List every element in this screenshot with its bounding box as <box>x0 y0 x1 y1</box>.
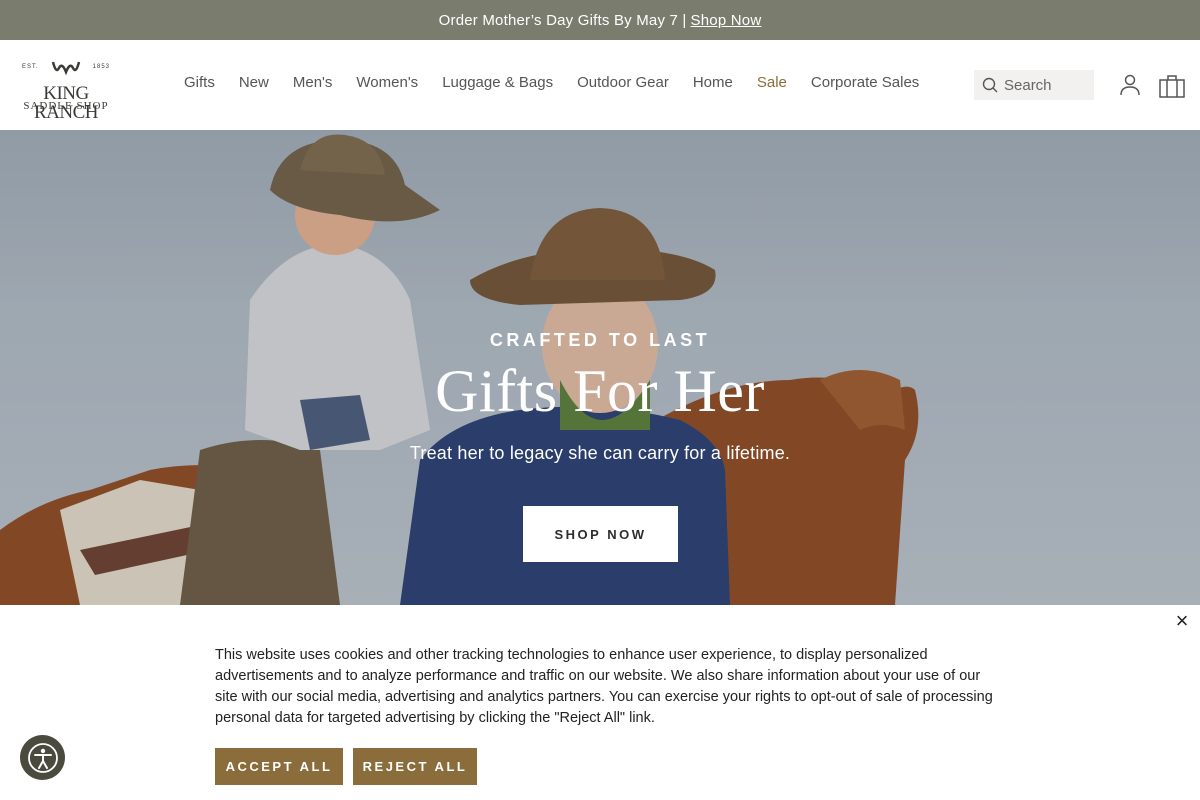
nav-item-corporate-sales[interactable]: Corporate Sales <box>811 74 919 91</box>
nav-item-luggage-bags[interactable]: Luggage & Bags <box>442 74 553 91</box>
shopping-bag-icon[interactable] <box>1158 73 1186 99</box>
nav-item-new[interactable]: New <box>239 74 269 91</box>
logo-line2: SADDLE SHOP <box>23 100 109 112</box>
nav-item-outdoor-gear[interactable]: Outdoor Gear <box>577 74 669 91</box>
cookie-banner: × This website uses cookies and other tr… <box>0 605 1200 800</box>
announcement-bar: Order Mother’s Day Gifts By May 7 | Shop… <box>0 0 1200 40</box>
nav-item-gifts[interactable]: Gifts <box>184 74 215 91</box>
reject-all-button[interactable]: REJECT ALL <box>353 748 477 785</box>
accessibility-button[interactable] <box>20 735 65 780</box>
hero-banner: CRAFTED TO LAST Gifts For Her Treat her … <box>0 130 1200 605</box>
hero-title: Gifts For Her <box>435 358 765 424</box>
cookie-message: This website uses cookies and other trac… <box>215 647 993 726</box>
logo[interactable]: EST. 1853 KING RANCH SADDLE SHOP <box>16 58 116 122</box>
logo-est-label: EST. <box>22 64 39 70</box>
announcement-shop-now-link[interactable]: Shop Now <box>691 12 762 29</box>
nav-item-mens[interactable]: Men's <box>293 74 333 91</box>
logo-est-year: 1853 <box>92 64 110 70</box>
close-icon[interactable]: × <box>1172 610 1192 632</box>
search-icon <box>982 77 998 93</box>
hero-shop-now-button[interactable]: SHOP NOW <box>523 506 678 562</box>
announcement-text: Order Mother’s Day Gifts By May 7 | <box>438 11 687 29</box>
accept-all-button[interactable]: ACCEPT ALL <box>215 748 343 785</box>
main-nav: Gifts New Men's Women's Luggage & Bags O… <box>184 74 943 91</box>
nav-item-home[interactable]: Home <box>693 74 733 91</box>
nav-item-womens[interactable]: Women's <box>356 74 418 91</box>
nav-item-sale[interactable]: Sale <box>757 74 787 91</box>
hero-subtitle: Treat her to legacy she can carry for a … <box>409 443 791 463</box>
running-w-brand-icon <box>51 61 81 76</box>
hero-eyebrow: CRAFTED TO LAST <box>489 330 711 350</box>
search-input[interactable] <box>1004 76 1084 94</box>
accessibility-icon <box>27 742 58 773</box>
user-icon[interactable] <box>1118 73 1142 97</box>
search-box[interactable] <box>974 70 1094 100</box>
site-header: EST. 1853 KING RANCH SADDLE SHOP Gifts N… <box>0 40 1200 130</box>
hero-text: CRAFTED TO LAST Gifts For Her Treat her … <box>0 330 1200 464</box>
